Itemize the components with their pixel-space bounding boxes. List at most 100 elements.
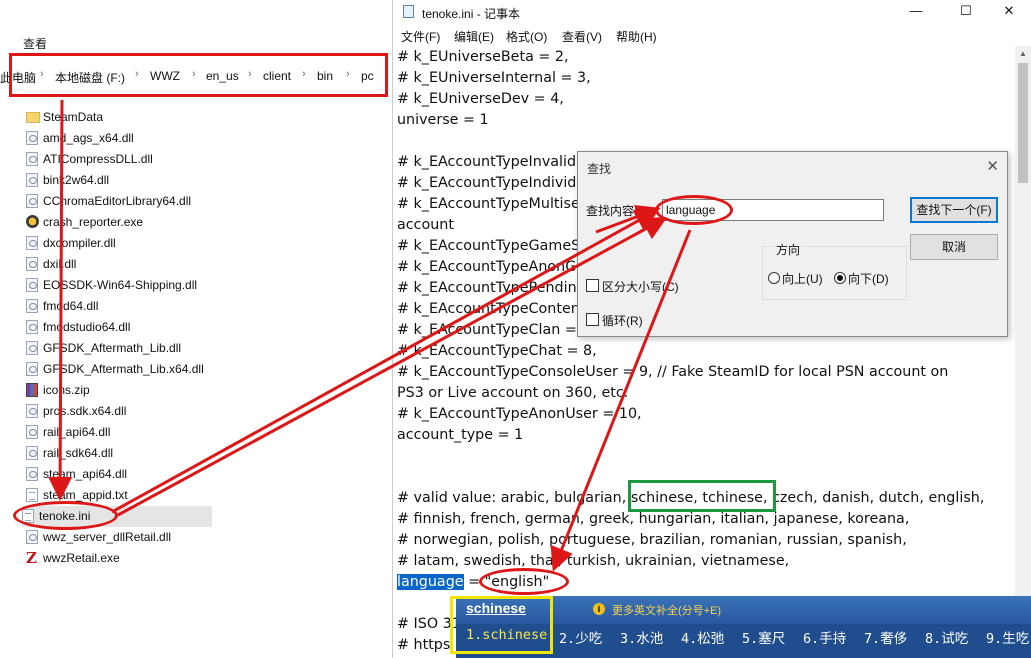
dialog-close-icon[interactable]: ✕ [986,157,999,175]
file-name: pros.sdk.x64.dll [43,404,127,418]
ime-hint[interactable]: 更多英文补全(分号+E) [612,602,721,618]
file-item[interactable]: ZwwzRetail.exe [26,548,216,569]
wrap-around-checkbox[interactable] [586,313,599,326]
text-line: # k_EAccountTypeInvalid [397,154,577,170]
text-line: # k_EAccountTypeAnonUser = 10, [397,406,642,422]
scrollbar-thumb[interactable] [1018,63,1028,183]
text-line: # k_EUniverseDev = 4, [397,91,564,107]
ribbon-tab-view[interactable]: 查看 [23,35,47,52]
dll-file-icon [26,257,38,271]
file-item[interactable]: wwz_server_dllRetail.dll [26,527,216,548]
zip-file-icon [26,383,38,397]
find-next-button[interactable]: 查找下一个(F) [910,197,998,223]
exe-file-icon [26,215,39,228]
file-item[interactable]: bink2w64.dll [26,170,216,191]
text-line: account [397,217,454,233]
file-item[interactable]: icons.zip [26,380,216,401]
menu-bar: 文件(F) 编辑(E) 格式(O) 查看(V) 帮助(H) [393,26,1031,46]
maximize-icon[interactable]: ☐ [943,0,989,24]
dll-file-icon [26,446,38,460]
file-item[interactable]: crash_reporter.exe [26,212,216,233]
file-item[interactable]: fmod64.dll [26,296,216,317]
file-name: fmodstudio64.dll [43,320,131,334]
direction-down-label[interactable]: 向下(D) [848,270,889,287]
menu-help[interactable]: 帮助(H) [616,28,657,45]
file-explorer-window: 查看 此电脑 › 本地磁盘 (F:) › WWZ › en_us › clien… [0,0,392,658]
text-line: # k_EAccountTypeConsoleUser = 9, // Fake… [397,364,949,380]
direction-up-label[interactable]: 向上(U) [782,270,823,287]
text-line: # k_EAccountTypePendin [397,280,577,296]
text-line: # norwegian, polish, portuguese, brazili… [397,532,907,548]
text-line: PS3 or Live account on 360, etc. [397,385,629,401]
text-line: # k_EAccountTypeIndividu [397,175,586,191]
file-item[interactable]: amd_ags_x64.dll [26,128,216,149]
file-name: wwz_server_dllRetail.dll [43,530,172,544]
file-item[interactable]: SteamData [26,107,216,128]
text-editor-area[interactable]: # k_EUniverseBeta = 2, # k_EUniverseInter… [397,47,1007,658]
file-item[interactable]: rail_sdk64.dll [26,443,216,464]
file-item[interactable]: EOSSDK-Win64-Shipping.dll [26,275,216,296]
text-line: # k_EAccountTypeConten [397,301,580,317]
ime-candidate[interactable]: 4.松弛 [681,627,724,647]
dll-file-icon [26,404,38,418]
file-item[interactable]: steam_api64.dll [26,464,216,485]
ime-candidate[interactable]: 3.水池 [620,627,663,647]
file-item[interactable]: GFSDK_Aftermath_Lib.x64.dll [26,359,216,380]
menu-edit[interactable]: 编辑(E) [454,28,494,45]
menu-file[interactable]: 文件(F) [401,28,440,45]
wwz-app-icon: Z [26,549,37,567]
ime-candidate[interactable]: 7.奢侈 [864,627,907,647]
close-icon[interactable]: ✕ [986,0,1031,24]
ime-candidate[interactable]: 2.少吃 [559,627,602,647]
direction-up-radio[interactable] [768,272,780,284]
dll-file-icon [26,194,38,208]
window-title: tenoke.ini - 记事本 [422,7,521,21]
direction-group-label: 方向 [774,241,803,258]
wrap-around-label[interactable]: 循环(R) [602,312,643,329]
file-item[interactable]: dxcompiler.dll [26,233,216,254]
file-item[interactable]: fmodstudio64.dll [26,317,216,338]
annotation-ellipse-english [479,568,569,595]
text-line: account_type = 1 [397,427,524,443]
file-item[interactable]: GFSDK_Aftermath_Lib.dll [26,338,216,359]
file-item[interactable]: dxil.dll [26,254,216,275]
file-name: steam_api64.dll [43,467,128,481]
minimize-icon[interactable]: — [893,0,939,24]
ime-candidate[interactable]: 6.手持 [803,627,846,647]
direction-down-radio[interactable] [834,272,846,284]
file-name: amd_ags_x64.dll [43,131,134,145]
selected-search-match[interactable]: language [397,574,464,590]
file-item[interactable]: pros.sdk.x64.dll [26,401,216,422]
dll-file-icon [26,299,38,313]
text-line: # k_EAccountTypeGameS [397,238,581,254]
folder-icon [26,112,40,123]
title-bar[interactable]: tenoke.ini - 记事本 — ☐ ✕ [393,0,1031,24]
file-item[interactable]: ATICompressDLL.dll [26,149,216,170]
menu-view[interactable]: 查看(V) [562,28,602,45]
find-what-label: 查找内容(N): [586,204,654,218]
dll-file-icon [26,320,38,334]
ime-candidate[interactable]: 9.生吃 [986,627,1029,647]
file-list: SteamData amd_ags_x64.dll ATICompressDLL.d… [22,107,216,569]
file-name: ATICompressDLL.dll [43,152,153,166]
file-name: SteamData [43,110,104,124]
dll-file-icon [26,341,38,355]
file-item[interactable]: rail_api64.dll [26,422,216,443]
menu-format[interactable]: 格式(O) [506,28,547,45]
cancel-button[interactable]: 取消 [910,234,998,260]
file-name: rail_sdk64.dll [43,446,114,460]
file-name: dxil.dll [43,257,77,271]
file-item[interactable]: CChromaEditorLibrary64.dll [26,191,216,212]
find-dialog: 查找 ✕ 查找内容(N): language 查找下一个(F) 取消 方向 向上… [577,151,1008,337]
dll-file-icon [26,236,38,250]
text-line: # k_EAccountTypeMultiseat [397,196,595,212]
file-name: EOSSDK-Win64-Shipping.dll [43,278,198,292]
scroll-up-icon[interactable]: ▲ [1019,49,1027,58]
ime-candidate[interactable]: 8.试吃 [925,627,968,647]
vertical-scrollbar[interactable]: ▲ [1015,46,1031,658]
ime-candidate[interactable]: 5.塞尺 [742,627,785,647]
annotation-box-address-bar [9,53,388,97]
text-file-icon [26,488,38,502]
match-case-checkbox[interactable] [586,279,599,292]
match-case-label[interactable]: 区分大小写(C) [602,278,679,295]
